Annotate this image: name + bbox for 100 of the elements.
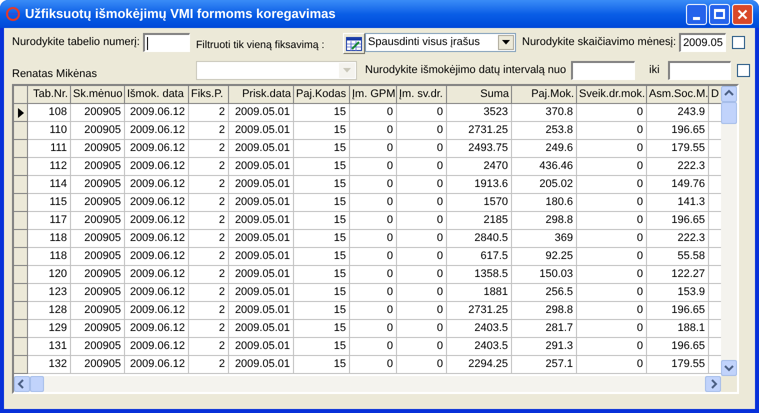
column-header[interactable]: Suma [447,86,512,104]
table-cell: 0 [397,194,447,212]
table-cell: 2 [189,104,229,122]
table-cell: 1881 [447,284,512,302]
table-cell: 2294.25 [447,356,512,374]
date-to-field[interactable] [668,61,731,80]
scroll-left-button[interactable] [14,376,30,392]
field-label: Nurodykite išmokėjimo datų intervalą nuo [365,63,566,78]
table-cell: 129 [28,320,71,338]
table-cell: 243.9 [647,104,709,122]
table-cell: 0 [350,230,397,248]
table-cell: 2731.25 [447,122,512,140]
row-indicator[interactable] [14,104,28,122]
scrollbar-corner [721,376,737,392]
field-label: Nurodykite tabelio numerį: [12,35,140,50]
toolbar-button[interactable] [343,33,365,54]
table-cell: 15 [294,320,350,338]
minimize-button[interactable] [686,4,707,24]
table-cell: 0 [350,122,397,140]
table-cell: 15 [294,176,350,194]
scroll-thumb[interactable] [30,376,44,392]
column-header[interactable]: Įm. GPM [350,86,397,104]
scroll-right-button[interactable] [705,376,722,392]
table-cell: 200905 [71,248,125,266]
table-cell: 2009.06.12 [125,338,189,356]
table-cell: 2009.06.12 [125,284,189,302]
table-cell: 200905 [71,302,125,320]
scroll-up-button[interactable] [721,86,737,102]
table-cell: 249.6 [512,140,577,158]
table-cell: 0 [577,194,647,212]
table-cell: 153.9 [647,284,709,302]
table-cell: 15 [294,194,350,212]
table-cell: 200905 [71,266,125,284]
column-header[interactable]: Įm. sv.dr. [397,86,447,104]
column-header[interactable]: D [709,86,721,104]
column-header[interactable]: Paj.Mok. [512,86,577,104]
column-header[interactable]: Prisk.data [229,86,294,104]
table-cell: 205.02 [512,176,577,194]
table-cell: 298.8 [512,302,577,320]
checkbox[interactable] [736,64,750,77]
scroll-thumb[interactable] [721,102,737,124]
column-header[interactable]: Sveik.dr.mok. [577,86,647,104]
table-cell: 200905 [71,356,125,374]
table-cell: 15 [294,230,350,248]
table-cell: 0 [350,194,397,212]
column-header[interactable]: Sk.mėnuo [71,86,125,104]
table-cell: 0 [577,320,647,338]
table-cell: 2009.06.12 [125,230,189,248]
column-header[interactable]: Išmok. data [125,86,189,104]
table-cell: 0 [577,302,647,320]
table-cell: 15 [294,158,350,176]
column-header[interactable]: Tab.Nr. [28,86,71,104]
table-cell: 196.65 [647,302,709,320]
table-cell: 2 [189,212,229,230]
table-cell: 200905 [71,320,125,338]
checkbox[interactable] [732,36,746,49]
table-cell: 180.6 [512,194,577,212]
column-header[interactable]: Asm.Soc.M. [647,86,709,104]
field-label: iki [649,63,660,78]
table-cell: 0 [577,158,647,176]
table-cell: 15 [294,356,350,374]
table-cell: 149.76 [647,176,709,194]
table-cell: 2 [189,194,229,212]
table-cell: 2470 [447,158,512,176]
table-cell: 0 [577,248,647,266]
table-cell: 2009.05.01 [229,194,294,212]
table-cell: 196.65 [647,212,709,230]
table-cell: 0 [350,356,397,374]
table-cell: 0 [350,320,397,338]
table-cell: 131 [28,338,71,356]
table-cell: 0 [397,140,447,158]
table-cell: 3523 [447,104,512,122]
table-cell: 0 [397,212,447,230]
horizontal-scrollbar[interactable] [14,376,722,392]
table-cell: 200905 [71,104,125,122]
month-field[interactable]: 2009.05 [679,33,726,52]
grid-edit-icon [346,36,362,50]
input-field[interactable] [142,33,190,52]
table-cell: 200905 [71,122,125,140]
close-icon [737,8,748,20]
table-cell: 15 [294,248,350,266]
column-header[interactable]: Fiks.P. [189,86,229,104]
column-header[interactable]: Paj.Kodas [294,86,350,104]
table-cell: 2 [189,356,229,374]
vertical-scrollbar[interactable] [721,86,737,376]
date-from-field[interactable] [571,61,636,80]
table-cell: 0 [397,176,447,194]
close-button[interactable] [732,4,753,24]
table-cell: 257.1 [512,356,577,374]
table-cell: 2731.25 [447,302,512,320]
table-cell: 0 [397,104,447,122]
table-cell: 0 [577,140,647,158]
maximize-button[interactable] [709,4,730,24]
scroll-down-button[interactable] [721,360,737,376]
print-combo[interactable]: Spausdinti visus įrašus [365,33,516,52]
table-cell: 2009.06.12 [125,266,189,284]
table-cell: 179.55 [647,356,709,374]
table-cell: 2009.05.01 [229,320,294,338]
table-cell: 0 [577,338,647,356]
table-cell: 0 [577,356,647,374]
